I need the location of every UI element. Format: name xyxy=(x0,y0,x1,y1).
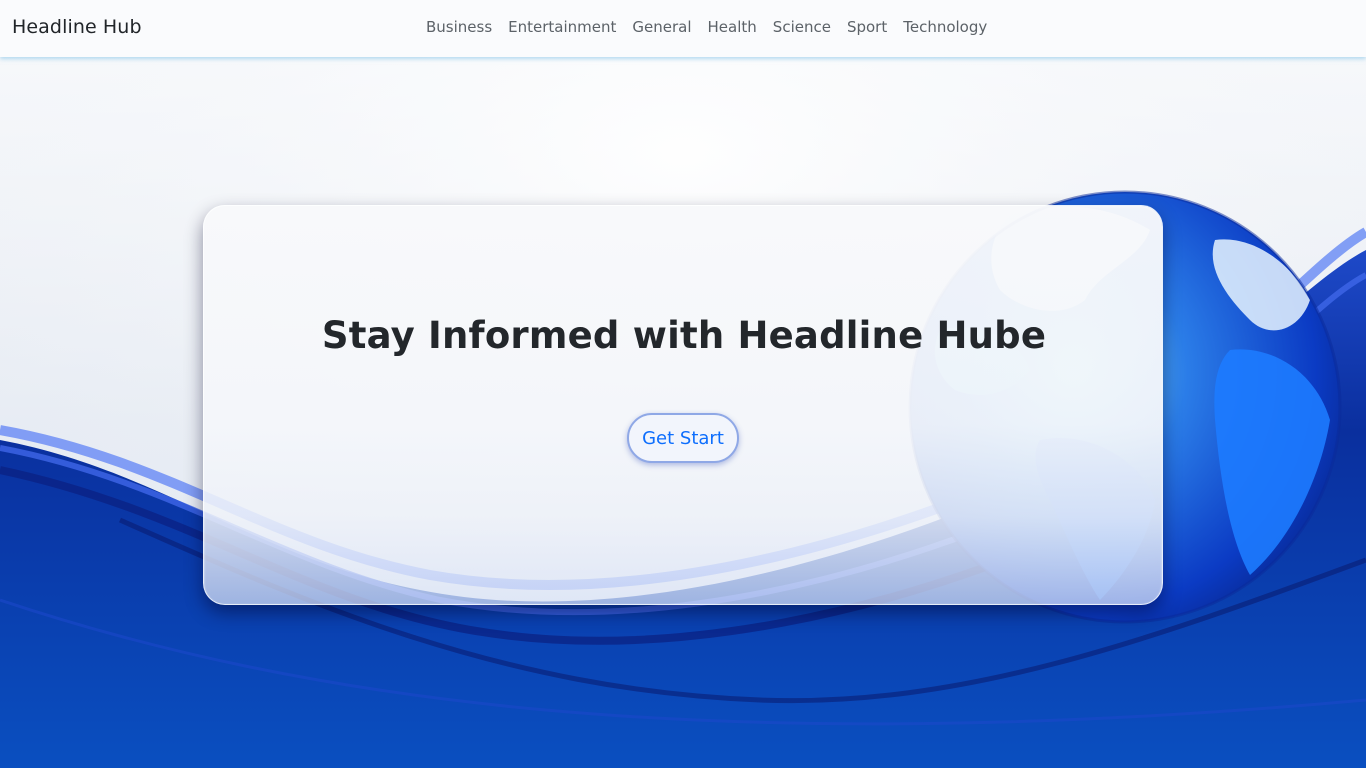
hero-card-glass xyxy=(204,206,1162,604)
nav-link-technology[interactable]: Technology xyxy=(895,18,995,36)
nav-link-business[interactable]: Business xyxy=(418,18,500,36)
brand-logo-link[interactable]: Headline Hub xyxy=(12,16,142,38)
nav-link-general[interactable]: General xyxy=(624,18,699,36)
nav-links: Business Entertainment General Health Sc… xyxy=(418,18,995,36)
top-navbar: Headline Hub Business Entertainment Gene… xyxy=(0,0,1366,57)
nav-link-entertainment[interactable]: Entertainment xyxy=(500,18,624,36)
hero-card: Stay Informed with Headline Hube Get Sta… xyxy=(203,205,1163,605)
nav-link-sport[interactable]: Sport xyxy=(839,18,895,36)
get-start-button[interactable]: Get Start xyxy=(627,413,739,463)
hero-title: Stay Informed with Headline Hube xyxy=(321,314,1047,357)
nav-link-health[interactable]: Health xyxy=(700,18,765,36)
nav-link-science[interactable]: Science xyxy=(765,18,839,36)
